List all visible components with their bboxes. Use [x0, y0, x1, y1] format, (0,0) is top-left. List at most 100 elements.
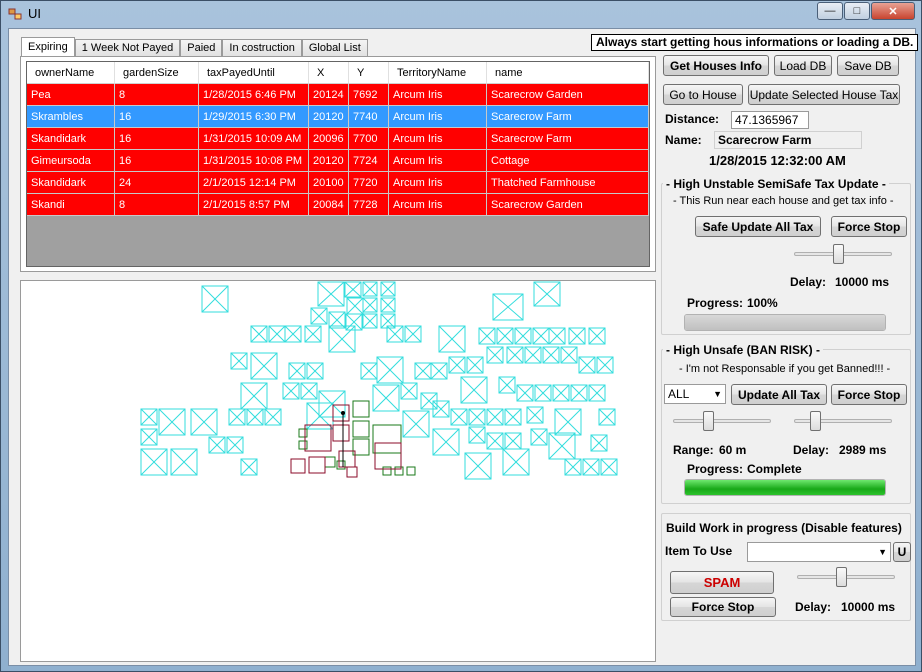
column-header-ownername[interactable]: ownerName: [27, 62, 115, 84]
spam-button[interactable]: SPAM: [670, 571, 774, 594]
house-marker: [598, 408, 616, 426]
houses-table[interactable]: ownerName gardenSize taxPayedUntil X Y Territ…: [26, 61, 650, 267]
house-marker: [208, 436, 226, 454]
minimize-button[interactable]: —: [817, 2, 843, 20]
cell-y: 7720: [349, 172, 389, 194]
house-marker: [346, 297, 364, 315]
table-row[interactable]: Skandidark 16 1/31/2015 10:09 AM 20096 7700 A…: [27, 128, 649, 150]
target-select-value: ALL: [668, 387, 690, 401]
house-marker-green: [372, 424, 402, 454]
house-marker: [158, 408, 186, 436]
cell-x: 20096: [309, 128, 349, 150]
house-marker: [380, 297, 396, 313]
cell-territoryname: Arcum Iris: [389, 106, 487, 128]
load-db-button[interactable]: Load DB: [774, 55, 832, 76]
build-delay-value: 10000 ms: [841, 600, 896, 614]
safe-update-all-tax-button[interactable]: Safe Update All Tax: [695, 216, 821, 237]
tab-in-costruction[interactable]: In costruction: [222, 39, 302, 57]
house-marker: [554, 408, 582, 436]
house-marker: [282, 382, 300, 400]
item-to-use-select[interactable]: ▼: [747, 542, 891, 562]
unsafe-progress-fill: [685, 480, 885, 495]
semisafe-subtitle: - This Run near each house and get tax i…: [673, 195, 894, 207]
semisafe-title: - High Unstable SemiSafe Tax Update -: [663, 177, 889, 191]
house-marker: [466, 356, 484, 374]
cell-name: Scarecrow Garden: [487, 194, 649, 216]
house-marker: [360, 362, 378, 380]
update-selected-house-tax-button[interactable]: Update Selected House Tax: [748, 84, 900, 105]
cell-name: Scarecrow Farm: [487, 106, 649, 128]
maximize-button[interactable]: □: [844, 2, 870, 20]
build-force-stop-button[interactable]: Force Stop: [670, 597, 776, 617]
get-houses-info-button[interactable]: Get Houses Info: [663, 55, 769, 76]
house-marker-red: [346, 466, 358, 478]
house-map[interactable]: [20, 280, 656, 662]
table-row[interactable]: Gimeursoda 16 1/31/2015 10:08 PM 20120 7724 A…: [27, 150, 649, 172]
house-marker: [532, 327, 550, 345]
window-title: UI: [28, 6, 41, 21]
cell-taxpayeduntil: 1/28/2015 6:46 PM: [199, 84, 309, 106]
unsafe-progress-label: Progress:: [687, 462, 744, 476]
title-bar[interactable]: UI — □ ✕: [1, 1, 921, 27]
close-button[interactable]: ✕: [871, 2, 915, 20]
house-marker: [514, 327, 532, 345]
go-to-house-button[interactable]: Go to House: [663, 84, 743, 105]
house-marker-red: [290, 458, 306, 474]
house-marker: [516, 384, 534, 402]
build-delay-label: Delay:: [795, 600, 832, 614]
house-marker: [492, 293, 524, 321]
update-all-tax-button[interactable]: Update All Tax: [731, 384, 827, 405]
table-row[interactable]: Skandi 8 2/1/2015 8:57 PM 20084 7728 Arcum Ir…: [27, 194, 649, 216]
house-marker: [362, 313, 378, 329]
table-row[interactable]: Skandidark 24 2/1/2015 12:14 PM 20100 7720 Ar…: [27, 172, 649, 194]
tab-1-week-not-payed[interactable]: 1 Week Not Payed: [74, 39, 181, 57]
house-marker: [582, 458, 600, 476]
column-header-name[interactable]: name: [487, 62, 649, 84]
house-marker: [568, 327, 586, 345]
target-select[interactable]: ALL ▼: [664, 384, 726, 404]
cell-gardensize: 16: [115, 128, 199, 150]
table-row[interactable]: Pea 8 1/28/2015 6:46 PM 20124 7692 Arcum Iris…: [27, 84, 649, 106]
column-header-territoryname[interactable]: TerritoryName: [389, 62, 487, 84]
column-header-y[interactable]: Y: [349, 62, 389, 84]
unsafe-title: - High Unsafe (BAN RISK) -: [663, 343, 823, 357]
save-db-button[interactable]: Save DB: [837, 55, 899, 76]
column-header-x[interactable]: X: [309, 62, 349, 84]
tab-paied[interactable]: Paied: [180, 39, 223, 57]
house-marker: [504, 408, 522, 426]
name-field: Scarecrow Farm: [714, 131, 862, 149]
semisafe-delay-slider-thumb[interactable]: [833, 244, 845, 264]
unsafe-subtitle: - I'm not Responsable if you get Banned!…: [679, 363, 891, 375]
house-marker: [468, 408, 486, 426]
column-header-taxpayeduntil[interactable]: taxPayedUntil: [199, 62, 309, 84]
house-marker: [530, 428, 548, 446]
house-marker: [228, 408, 246, 426]
house-marker: [288, 362, 306, 380]
house-marker: [362, 297, 378, 313]
unsafe-delay-slider-thumb[interactable]: [809, 411, 821, 431]
range-slider-track[interactable]: [673, 419, 771, 423]
distance-field[interactable]: 47.1365967: [731, 111, 809, 129]
cell-name: Scarecrow Garden: [487, 84, 649, 106]
house-map-canvas[interactable]: [21, 281, 655, 661]
house-marker: [230, 352, 248, 370]
cell-ownername: Skandidark: [27, 172, 115, 194]
range-slider-thumb[interactable]: [703, 411, 715, 431]
build-delay-slider-thumb[interactable]: [836, 567, 848, 587]
tab-expiring[interactable]: Expiring: [21, 37, 75, 57]
house-marker-green: [324, 456, 336, 468]
semisafe-force-stop-button[interactable]: Force Stop: [831, 216, 907, 237]
unsafe-delay-slider-track[interactable]: [794, 419, 892, 423]
house-marker: [400, 382, 418, 400]
unsafe-force-stop-button[interactable]: Force Stop: [831, 384, 907, 405]
table-row[interactable]: Skrambles 16 1/29/2015 6:30 PM 20120 7740 Arc…: [27, 106, 649, 128]
cell-territoryname: Arcum Iris: [389, 84, 487, 106]
house-marker: [140, 408, 158, 426]
cell-taxpayeduntil: 1/31/2015 10:09 AM: [199, 128, 309, 150]
u-button[interactable]: U: [893, 542, 911, 562]
cell-gardensize: 8: [115, 194, 199, 216]
tab-global-list[interactable]: Global List: [301, 39, 368, 57]
column-header-gardensize[interactable]: gardenSize: [115, 62, 199, 84]
house-marker: [524, 346, 542, 364]
cell-x: 20120: [309, 150, 349, 172]
